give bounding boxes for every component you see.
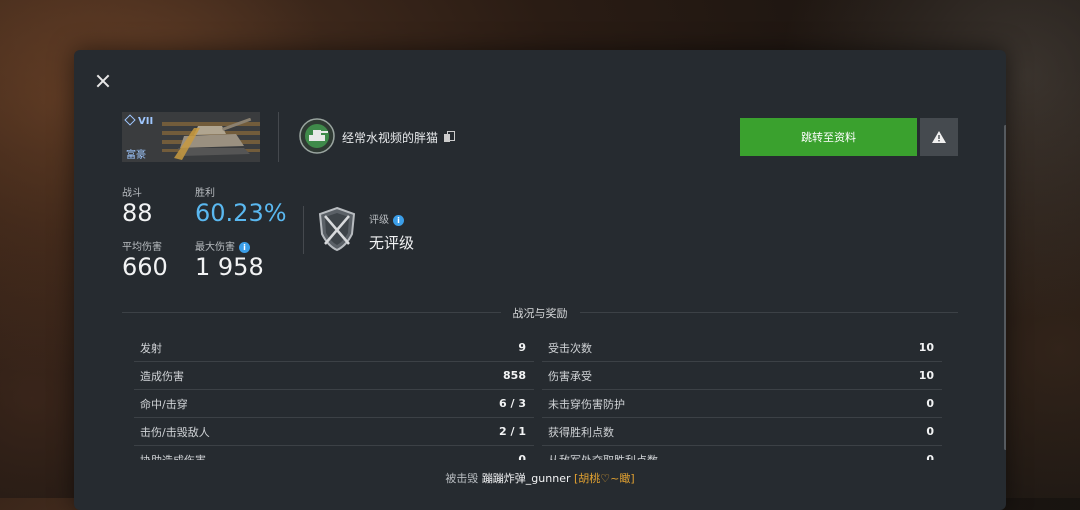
killer-clan: [胡桃♡~瞰] xyxy=(574,472,635,485)
warning-icon xyxy=(932,131,946,143)
table-row: 协助造成伤害 0 xyxy=(134,446,534,460)
battles-value: 88 xyxy=(122,199,153,227)
wins-value: 60.23% xyxy=(195,199,287,227)
report-button[interactable] xyxy=(920,118,958,156)
go-to-profile-button[interactable]: 跳转至资料 xyxy=(740,118,917,156)
rating-info-icon[interactable]: i xyxy=(393,214,404,226)
tank-card: VII 富豪 xyxy=(122,112,260,162)
max-damage-stat: 最大伤害 i 1 958 xyxy=(195,238,264,281)
battle-result-dialog: VII 富豪 经常水视频的胖猫 跳转至资料 战斗 88 胜利 60.23% 平均… xyxy=(74,50,1006,510)
table-row: 从敌军处夺取胜利点数 0 xyxy=(542,446,942,460)
destroyed-by-footer: 被击毁 蹦蹦炸弹_gunner [胡桃♡~瞰] xyxy=(74,470,1006,486)
scrollbar[interactable] xyxy=(1004,125,1006,450)
tank-tier: VII xyxy=(124,114,153,127)
wins-stat: 胜利 60.23% xyxy=(195,184,287,227)
header-divider xyxy=(278,112,279,162)
wins-label: 胜利 xyxy=(195,188,215,199)
table-row: 造成伤害 858 xyxy=(134,362,534,390)
max-damage-value: 1 958 xyxy=(195,253,264,281)
info-icon[interactable]: i xyxy=(239,241,250,253)
stats-divider xyxy=(303,206,304,254)
table-row: 发射 9 xyxy=(134,334,534,362)
destroyed-by-label: 被击毁 xyxy=(445,472,479,485)
killer-name: 蹦蹦炸弹_gunner xyxy=(481,472,571,485)
table-row: 未击穿伤害防护 0 xyxy=(542,390,942,418)
stats-column-left: 发射 9 造成伤害 858 命中/击穿 6 / 3 击伤/击毁敌人 2 / 1 协助造成… xyxy=(134,334,534,460)
stats-table: 发射 9 造成伤害 858 命中/击穿 6 / 3 击伤/击毁敌人 2 / 1 协助造成… xyxy=(134,334,946,460)
tank-icon xyxy=(174,118,252,160)
stats-column-right: 受击次数 10 伤害承受 10 未击穿伤害防护 0 获得胜利点数 0 从敌军处夺取胜利点… xyxy=(542,334,942,460)
close-icon[interactable] xyxy=(94,72,112,90)
table-row: 命中/击穿 6 / 3 xyxy=(134,390,534,418)
rating-value: 无评级 xyxy=(369,234,415,252)
table-row: 获得胜利点数 0 xyxy=(542,418,942,446)
avg-damage-stat: 平均伤害 660 xyxy=(122,238,168,281)
copy-icon[interactable] xyxy=(444,131,455,142)
section-title: 战况与奖励 xyxy=(122,307,958,328)
table-row: 伤害承受 10 xyxy=(542,362,942,390)
battles-stat: 战斗 88 xyxy=(122,184,153,227)
rating-label: 评级 i xyxy=(369,211,404,226)
table-row: 击伤/击毁敌人 2 / 1 xyxy=(134,418,534,446)
avg-damage-value: 660 xyxy=(122,253,168,281)
rating-shield-icon xyxy=(318,206,356,252)
battles-label: 战斗 xyxy=(122,188,142,199)
table-row: 受击次数 10 xyxy=(542,334,942,362)
player-emblem-icon xyxy=(299,118,335,154)
avg-damage-label: 平均伤害 xyxy=(122,242,162,253)
player-name: 经常水视频的胖猫 xyxy=(342,131,439,145)
tank-name: 富豪 xyxy=(126,150,146,161)
max-damage-label: 最大伤害 xyxy=(195,242,235,253)
